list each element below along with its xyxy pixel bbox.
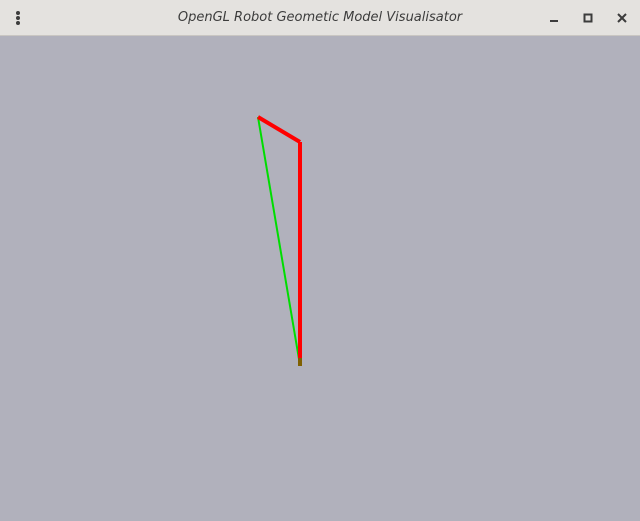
opengl-viewport[interactable] [0,36,640,517]
kebab-menu-icon [16,11,20,15]
minimize-button[interactable] [542,6,566,30]
robot-model-canvas [256,115,302,366]
reach-line [257,116,301,366]
robot-link-2 [256,115,302,144]
base-joint [298,358,302,366]
close-button[interactable] [610,6,634,30]
kebab-menu-icon [16,16,20,20]
minimize-icon [550,20,558,22]
maximize-icon [583,13,593,23]
title-bar[interactable]: OpenGL Robot Geometic Model Visualisator [0,0,640,36]
maximize-button[interactable] [576,6,600,30]
window-menu-button[interactable] [6,6,30,30]
close-icon [617,13,627,23]
kebab-menu-icon [16,21,20,25]
app-window: OpenGL Robot Geometic Model Visualisator [0,0,640,517]
